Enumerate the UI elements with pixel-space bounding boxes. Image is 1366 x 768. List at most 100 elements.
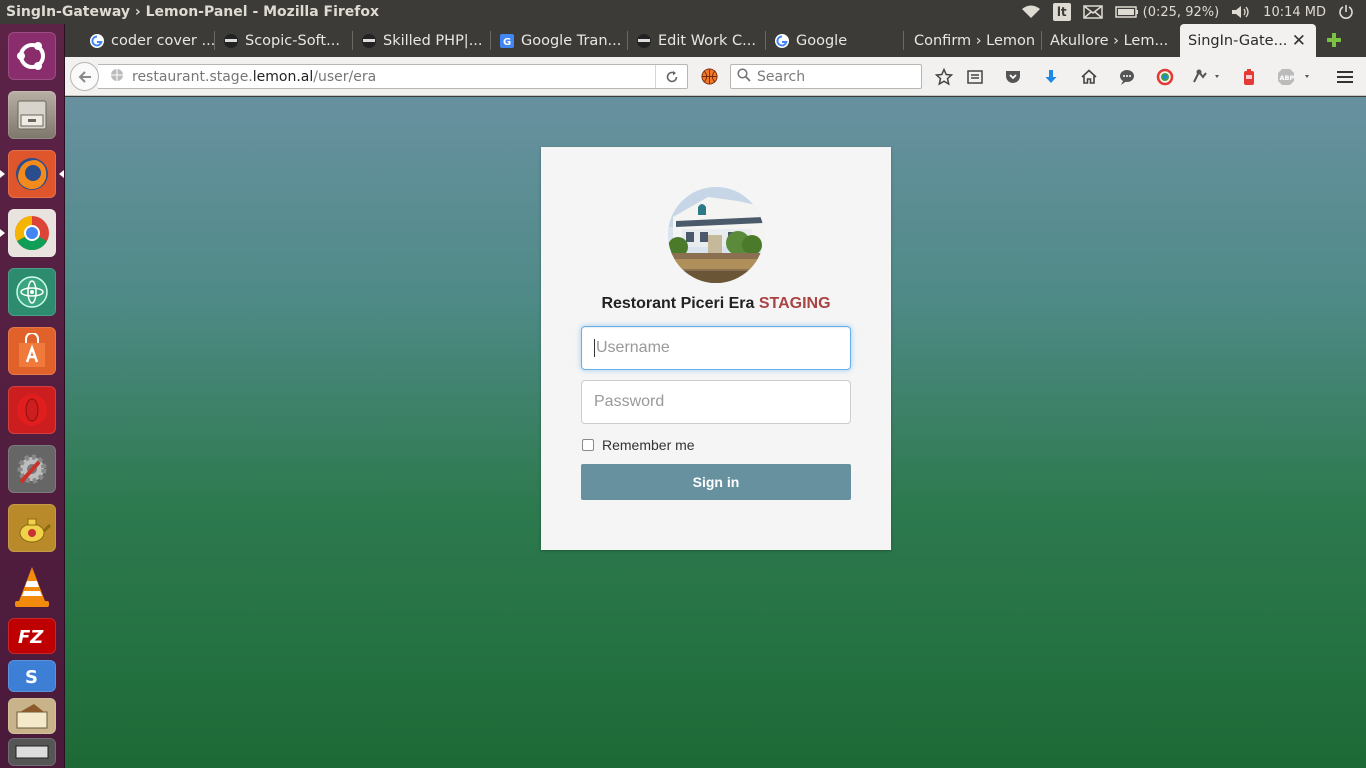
google-icon <box>89 33 105 49</box>
sublime-text-button[interactable]: S <box>6 658 58 694</box>
password-input[interactable]: Password <box>581 380 851 424</box>
svg-text:FZ: FZ <box>18 627 44 648</box>
teapot-icon <box>8 504 56 552</box>
ghostery-dropdown-icon[interactable] <box>1191 67 1223 87</box>
tab-bar: coder cover ... Scopic-Soft... Skilled P… <box>65 24 1366 57</box>
search-bar[interactable]: Search <box>730 64 922 89</box>
wifi-icon[interactable] <box>1021 5 1041 19</box>
power-icon[interactable] <box>1338 4 1354 20</box>
filezilla-icon: FZ <box>8 618 56 654</box>
opera-icon <box>8 386 56 434</box>
document-icon <box>8 698 56 734</box>
teapot-app-button[interactable] <box>6 502 58 554</box>
tab-confirm-lemon[interactable]: Confirm › Lemon <box>904 24 1042 57</box>
chat-icon[interactable] <box>1117 67 1137 87</box>
system-settings-button[interactable] <box>6 443 58 495</box>
username-placeholder: Username <box>596 339 670 356</box>
url-host: lemon.al <box>252 68 314 85</box>
tab-coder-cover[interactable]: coder cover ... <box>65 24 215 57</box>
ninja-icon <box>223 33 239 49</box>
chrome-button[interactable] <box>6 207 58 259</box>
gear-wrench-icon <box>8 445 56 493</box>
clock[interactable]: 10:14 MD <box>1263 5 1326 20</box>
firefox-icon <box>8 150 56 198</box>
hamburger-menu-icon[interactable] <box>1335 67 1355 87</box>
downloads-icon[interactable] <box>1041 67 1061 87</box>
username-input[interactable]: Username <box>581 326 851 370</box>
top-panel: SingIn-Gateway › Lemon-Panel - Mozilla F… <box>0 0 1366 24</box>
running-indicator <box>0 170 5 178</box>
pocket-icon[interactable] <box>1003 67 1023 87</box>
indicator-area: lt (0:25, 92%) 10:14 MD <box>1021 0 1366 24</box>
firefox-button[interactable] <box>6 148 58 200</box>
reload-icon[interactable] <box>655 65 687 88</box>
vlc-button[interactable] <box>6 561 58 613</box>
restaurant-title: Restorant Piceri Era STAGING <box>541 295 891 313</box>
google-icon <box>774 33 790 49</box>
url-prefix: restaurant.stage. <box>132 68 253 85</box>
chrome-icon <box>8 209 56 257</box>
svg-text:ABP: ABP <box>1280 74 1295 82</box>
svg-text:S: S <box>25 667 38 687</box>
color-picker-icon[interactable] <box>1155 67 1175 87</box>
window-title: SingIn-Gateway › Lemon-Panel - Mozilla F… <box>6 4 380 20</box>
url-bar[interactable]: restaurant.stage. lemon.al/user/era <box>98 64 688 89</box>
opera-button[interactable] <box>6 384 58 436</box>
keyboard-layout-indicator[interactable]: lt <box>1052 3 1071 21</box>
search-icon <box>737 67 751 86</box>
translate-icon: G <box>499 33 515 49</box>
svg-text:G: G <box>503 37 511 48</box>
launcher: FZ S <box>0 24 65 768</box>
page-content: Restorant Piceri Era STAGING Username Pa… <box>65 97 1366 768</box>
tab-akullore-lemon[interactable]: Akullore › Lem... <box>1042 24 1180 57</box>
tab-google[interactable]: Google <box>766 24 904 57</box>
volume-icon[interactable] <box>1231 5 1251 19</box>
restaurant-name: Restorant Piceri Era <box>601 295 755 312</box>
mail-icon[interactable] <box>1082 5 1103 19</box>
text-caret <box>594 339 595 357</box>
back-arrow-icon <box>78 70 91 83</box>
tab-signin-gateway[interactable]: SingIn-Gate... ✕ <box>1180 24 1316 57</box>
running-indicator <box>0 229 5 237</box>
battery-addon-icon[interactable] <box>1239 67 1259 87</box>
file-cabinet-icon <box>8 91 56 139</box>
adblock-plus-icon[interactable]: ABP <box>1277 67 1313 87</box>
sign-in-button[interactable]: Sign in <box>581 464 851 500</box>
home-icon[interactable] <box>1079 67 1099 87</box>
close-tab-icon[interactable]: ✕ <box>1292 31 1306 51</box>
scanner-button[interactable] <box>6 736 58 768</box>
back-button[interactable] <box>70 62 99 91</box>
tab-edit-work[interactable]: Edit Work C... <box>628 24 766 57</box>
globe-icon <box>110 68 124 86</box>
tab-skilled-php[interactable]: Skilled PHP|... <box>353 24 491 57</box>
tab-scopic-soft[interactable]: Scopic-Soft... <box>215 24 353 57</box>
remember-me-checkbox[interactable] <box>582 439 594 451</box>
atom-button[interactable] <box>6 266 58 318</box>
shopping-bag-icon <box>8 327 56 375</box>
ubuntu-logo-icon <box>8 32 56 80</box>
battery-icon <box>1114 6 1138 18</box>
new-tab-icon[interactable] <box>1326 32 1342 48</box>
filezilla-button[interactable]: FZ <box>6 616 58 656</box>
navigation-bar: restaurant.stage. lemon.al/user/era Searc… <box>65 57 1366 96</box>
url-path: /user/era <box>313 68 377 85</box>
focused-indicator <box>59 170 64 178</box>
tab-google-translate[interactable]: G Google Tran... <box>491 24 628 57</box>
battery-indicator[interactable]: (0:25, 92%) <box>1114 5 1219 20</box>
software-center-button[interactable] <box>6 325 58 377</box>
traffic-cone-icon <box>8 563 56 611</box>
document-viewer-button[interactable] <box>6 696 58 736</box>
basketball-addon-icon[interactable] <box>701 68 718 85</box>
bookmark-star-icon[interactable] <box>934 67 954 87</box>
reading-list-icon[interactable] <box>965 67 985 87</box>
files-button[interactable] <box>6 89 58 141</box>
password-placeholder: Password <box>594 393 665 410</box>
remember-me-row: Remember me <box>582 437 695 453</box>
ninja-icon <box>636 33 652 49</box>
ninja-icon <box>361 33 377 49</box>
restaurant-photo <box>668 187 764 283</box>
ubuntu-dash-button[interactable] <box>6 30 58 82</box>
remember-me-label[interactable]: Remember me <box>602 437 695 453</box>
login-card: Restorant Piceri Era STAGING Username Pa… <box>541 147 891 550</box>
sublime-icon: S <box>8 660 56 692</box>
